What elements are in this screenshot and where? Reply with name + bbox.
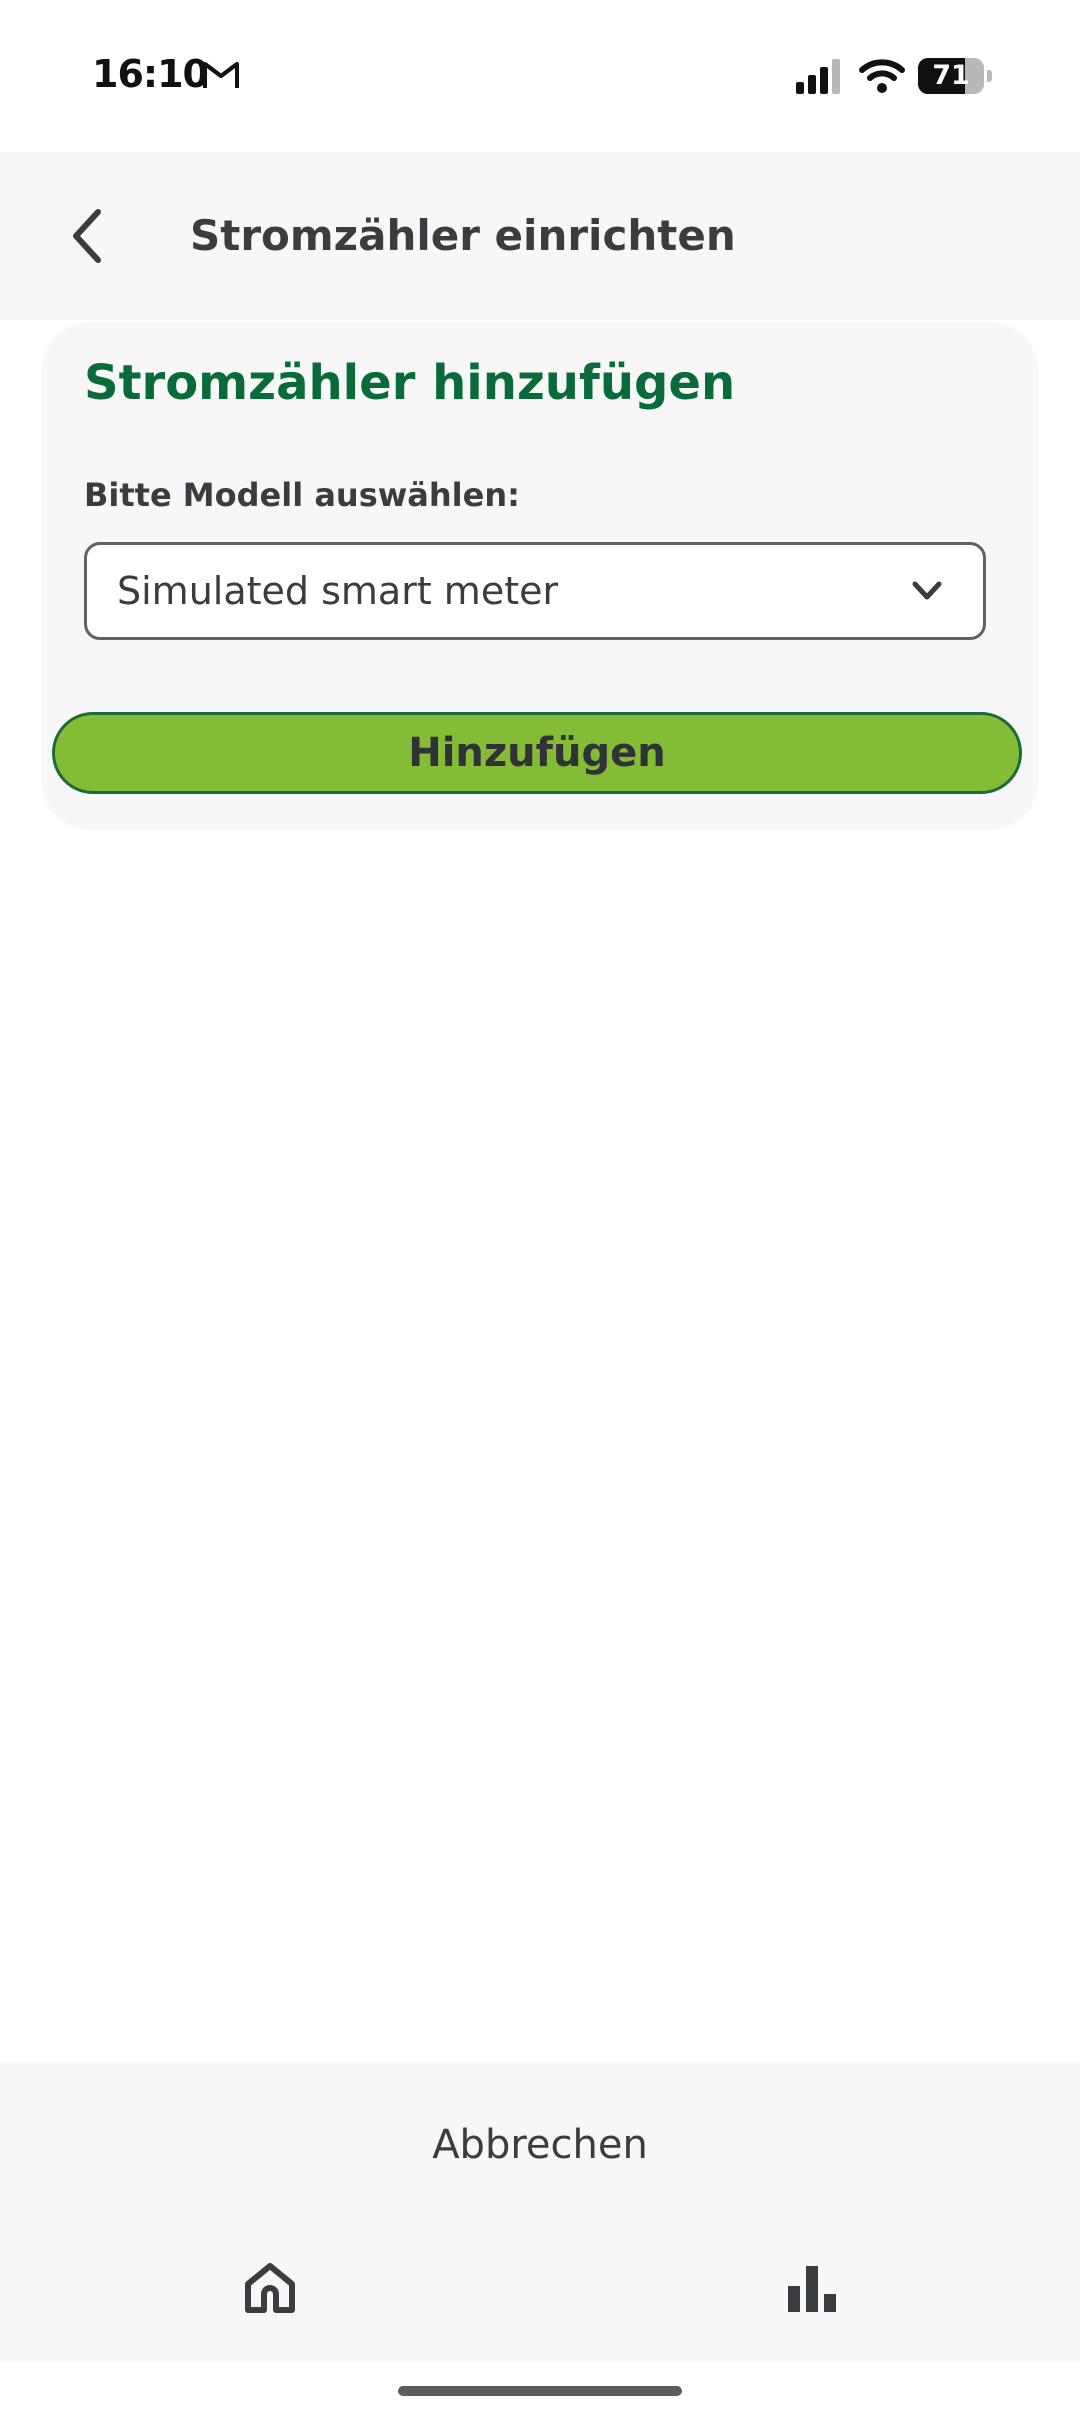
- add-button[interactable]: Hinzufügen: [52, 712, 1022, 794]
- home-icon: [245, 2263, 295, 2313]
- card-title: Stromzähler hinzufügen: [84, 355, 736, 411]
- status-bar: 16:10 71: [0, 0, 1080, 152]
- nav-statistics[interactable]: [770, 2246, 854, 2330]
- bar-chart-icon: [788, 2266, 836, 2312]
- gmail-icon: [203, 62, 239, 88]
- chevron-left-icon: [73, 209, 101, 263]
- bottom-area: Abbrechen: [0, 2062, 1080, 2362]
- model-select-value: Simulated smart meter: [117, 569, 559, 613]
- back-button[interactable]: [52, 200, 124, 272]
- cancel-button[interactable]: Abbrechen: [340, 2102, 740, 2188]
- wifi-icon: [859, 59, 905, 93]
- chevron-down-icon: [912, 581, 942, 600]
- signal-icon: [796, 59, 840, 94]
- status-time: 16:10: [92, 52, 209, 96]
- battery-level: 71: [932, 60, 970, 91]
- add-meter-card: Stromzähler hinzufügen Bitte Modell ausw…: [42, 322, 1038, 830]
- page-title: Stromzähler einrichten: [190, 211, 736, 260]
- model-label: Bitte Modell auswählen:: [84, 476, 520, 514]
- app-header: Stromzähler einrichten: [0, 152, 1080, 320]
- home-indicator: [398, 2386, 682, 2396]
- battery-icon: 71: [918, 58, 992, 94]
- screen: 16:10 71 Stromzähler einrichten Stromzäh…: [0, 0, 1080, 2424]
- nav-home[interactable]: [228, 2246, 312, 2330]
- model-select[interactable]: Simulated smart meter: [84, 542, 986, 640]
